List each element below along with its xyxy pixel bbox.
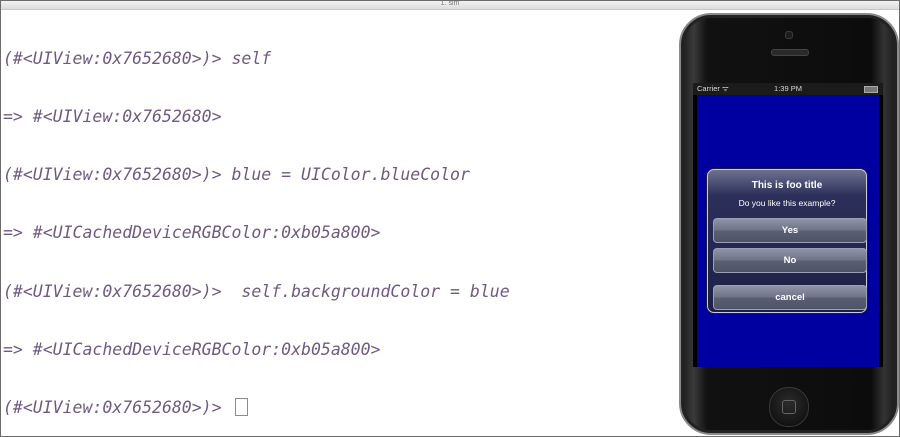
terminal-line: => #<UICachedDeviceRGBColor:0xb05a800> [3, 223, 381, 243]
speaker-icon [771, 49, 809, 56]
home-square-icon [782, 400, 796, 414]
terminal-line: => #<UIView:0x7652680> [3, 107, 222, 127]
window-title: 1. sim [440, 0, 460, 7]
simulator-window: 1. sim (#<UIView:0x7652680>)> self => #<… [0, 0, 900, 437]
no-button[interactable]: No [713, 248, 867, 273]
terminal-line: => #<UICachedDeviceRGBColor:0xb05a800> [3, 339, 381, 359]
terminal-line: (#<UIView:0x7652680>)> self.backgroundCo… [3, 281, 510, 301]
yes-button[interactable]: Yes [713, 218, 867, 243]
terminal-prompt: (#<UIView:0x7652680>)> [3, 398, 232, 418]
terminal-prompt-line[interactable]: (#<UIView:0x7652680>)> [3, 398, 663, 417]
text-cursor [235, 398, 249, 417]
terminal-output[interactable]: (#<UIView:0x7652680>)> self => #<UIView:… [3, 10, 663, 436]
terminal-line: (#<UIView:0x7652680>)> self [3, 48, 272, 68]
window-titlebar: 1. sim [1, 1, 899, 10]
alert-message: Do you like this example? [738, 198, 836, 208]
terminal-line: (#<UIView:0x7652680>)> blue = UIColor.bl… [3, 165, 470, 185]
camera-icon [785, 31, 793, 39]
alert-view: This is foo title Do you like this examp… [707, 169, 867, 313]
cancel-button[interactable]: cancel [713, 285, 867, 310]
iphone-simulator: Carrier ᯤ 1:39 PM This is foo title Do y… [679, 13, 899, 435]
status-time: 1:39 PM [774, 84, 802, 93]
battery-icon [864, 86, 878, 93]
status-bar: Carrier ᯤ 1:39 PM [693, 83, 883, 95]
home-button-icon[interactable] [769, 387, 809, 427]
alert-title: This is foo title [751, 180, 823, 191]
